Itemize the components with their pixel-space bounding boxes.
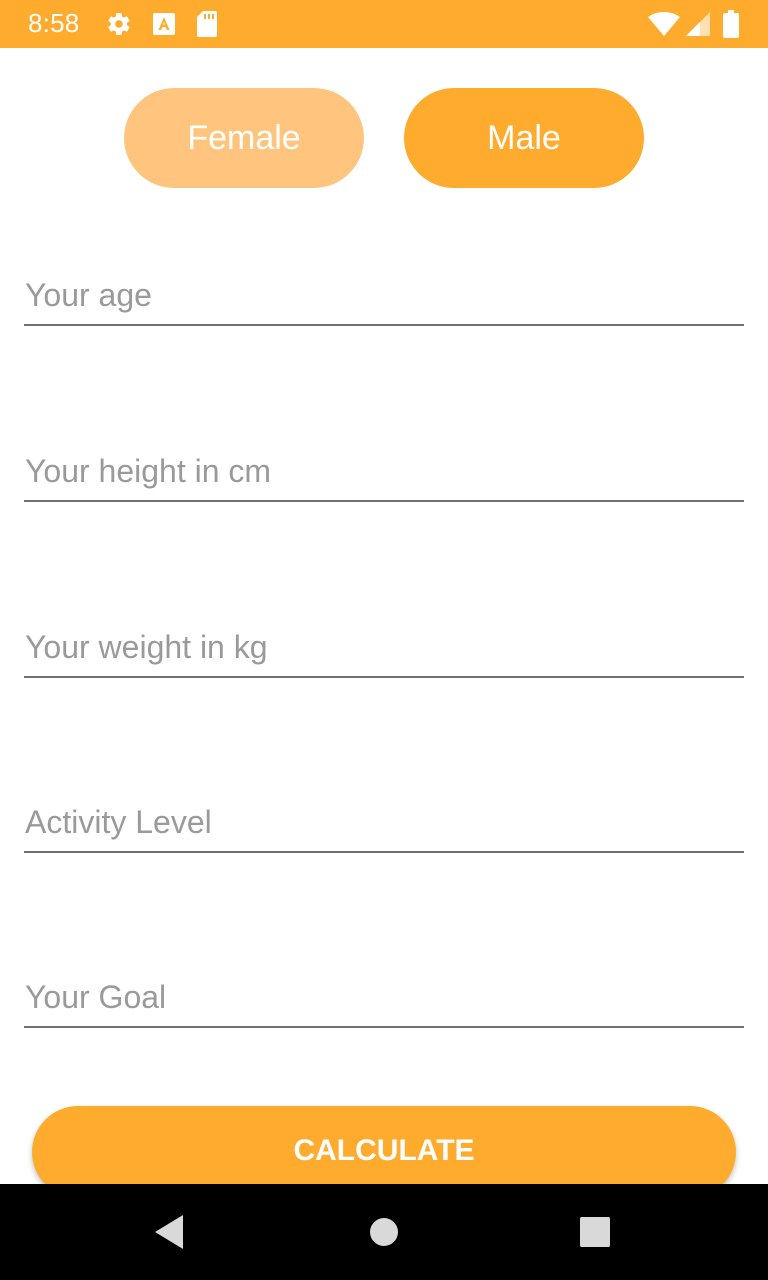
female-button[interactable]: Female xyxy=(124,88,364,188)
goal-input[interactable]: Your Goal xyxy=(24,966,744,1028)
navigation-bar xyxy=(0,1184,768,1280)
home-icon[interactable] xyxy=(366,1214,402,1250)
calculate-label: CALCULATE xyxy=(293,1134,475,1167)
age-input[interactable]: Your age xyxy=(24,264,744,326)
sd-card-icon xyxy=(196,10,218,38)
status-time: 8:58 xyxy=(28,8,80,38)
male-label: Male xyxy=(487,118,561,157)
height-input[interactable]: Your height in cm xyxy=(24,440,744,502)
wifi-icon xyxy=(648,10,680,38)
age-placeholder: Your age xyxy=(25,277,152,313)
goal-placeholder: Your Goal xyxy=(25,979,167,1015)
height-placeholder: Your height in cm xyxy=(25,453,272,489)
activity-level-placeholder: Activity Level xyxy=(25,804,212,840)
gear-icon xyxy=(106,10,132,38)
activity-level-input[interactable]: Activity Level xyxy=(24,791,744,853)
recents-icon[interactable] xyxy=(577,1214,613,1250)
male-button[interactable]: Male xyxy=(404,88,644,188)
weight-placeholder: Your weight in kg xyxy=(25,629,268,665)
status-bar: 8:58 xyxy=(0,0,768,48)
back-icon[interactable] xyxy=(152,1214,188,1250)
signal-icon xyxy=(686,10,710,38)
font-a-icon xyxy=(152,10,176,38)
female-label: Female xyxy=(187,118,301,157)
battery-icon xyxy=(722,10,740,38)
weight-input[interactable]: Your weight in kg xyxy=(24,616,744,678)
